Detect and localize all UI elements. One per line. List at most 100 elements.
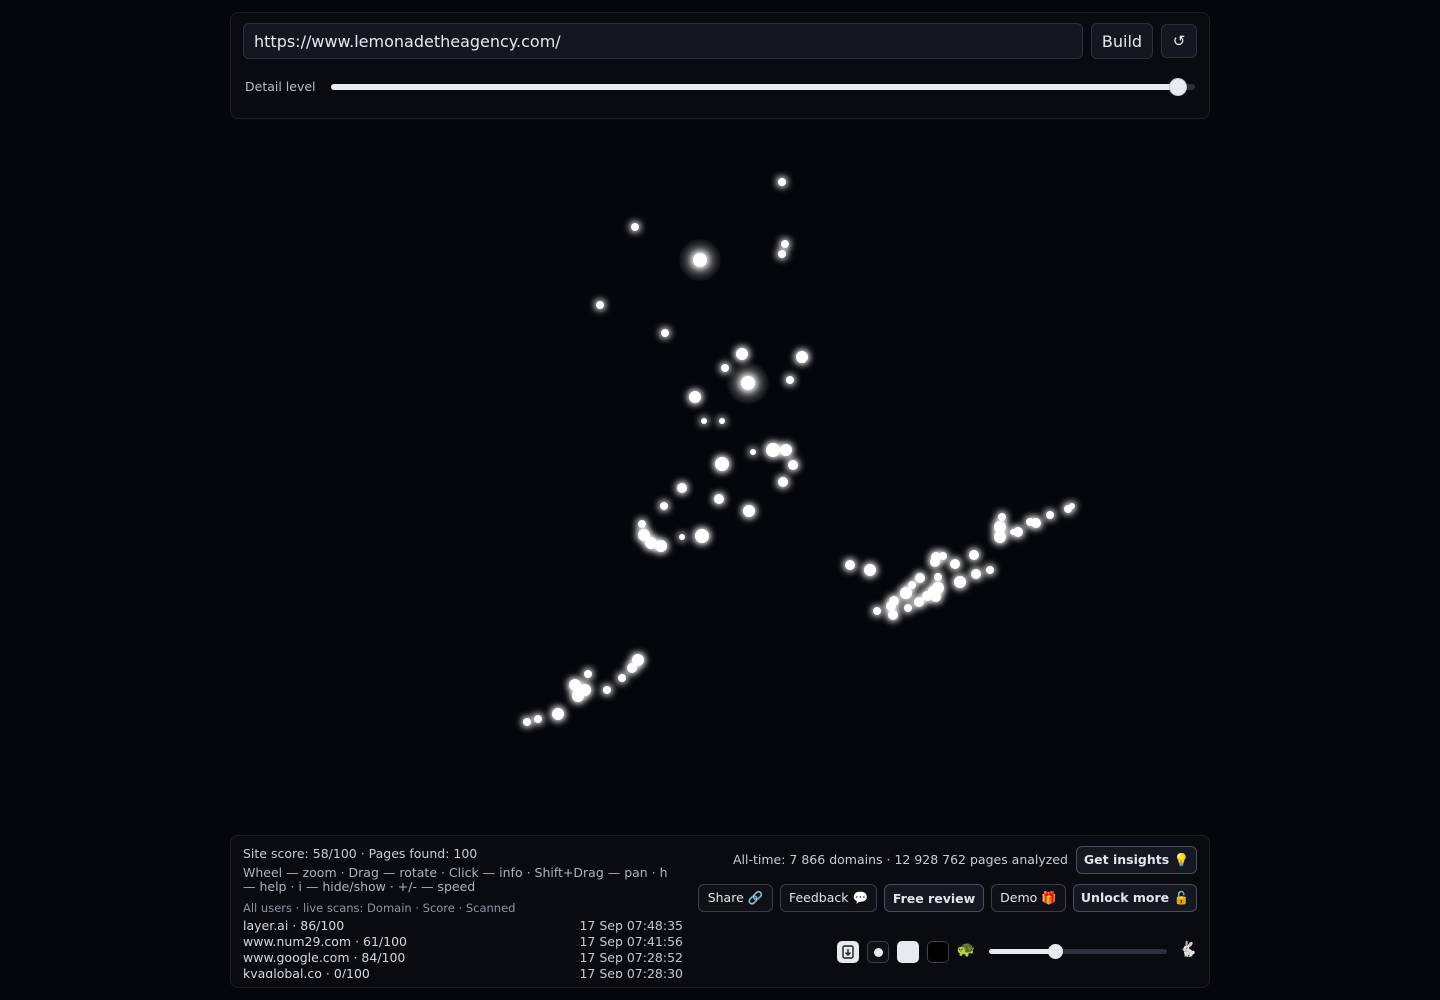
graph-node[interactable] <box>660 502 668 510</box>
speed-fill <box>989 949 1055 954</box>
share-button[interactable]: Share 🔗 <box>698 884 773 912</box>
speed-thumb[interactable] <box>1047 944 1063 959</box>
graph-node[interactable] <box>750 449 756 455</box>
graph-node[interactable] <box>1013 527 1023 537</box>
graph-node[interactable] <box>572 690 584 702</box>
speed-slider[interactable] <box>989 944 1167 959</box>
graph-node[interactable] <box>845 560 855 570</box>
detail-level-slider[interactable] <box>331 79 1195 95</box>
graph-node[interactable] <box>914 597 924 607</box>
graph-node[interactable] <box>618 674 626 682</box>
graph-node[interactable] <box>693 253 707 267</box>
graph-node[interactable] <box>788 460 798 470</box>
get-insights-button[interactable]: Get insights 💡 <box>1076 846 1197 874</box>
scan-time: 17 Sep 07:28:30 <box>579 966 683 978</box>
graph-node[interactable] <box>655 540 667 552</box>
scan-domain: www.num29.com · 61/100 <box>243 934 407 949</box>
graph-node[interactable] <box>721 364 729 372</box>
graph-node[interactable] <box>715 457 729 471</box>
graph-node[interactable] <box>603 686 611 694</box>
graph-node[interactable] <box>950 559 960 569</box>
graph-node[interactable] <box>714 494 724 504</box>
reload-button[interactable]: ↺ <box>1161 24 1197 58</box>
site-graph-canvas[interactable] <box>230 130 1210 830</box>
graph-node[interactable] <box>638 520 646 528</box>
graph-node[interactable] <box>778 477 788 487</box>
live-scans-list[interactable]: layer.ai · 86/100 17 Sep 07:48:35 www.nu… <box>243 918 683 978</box>
graph-node[interactable] <box>584 670 592 678</box>
graph-node[interactable] <box>886 601 896 611</box>
scan-domain: layer.ai · 86/100 <box>243 918 345 933</box>
dot-size-small-button[interactable] <box>867 941 889 963</box>
graph-node[interactable] <box>930 557 940 567</box>
feedback-button[interactable]: Feedback 💬 <box>780 884 877 912</box>
download-button[interactable] <box>837 941 859 963</box>
graph-node[interactable] <box>534 715 542 723</box>
graph-node[interactable] <box>1046 511 1054 519</box>
graph-node[interactable] <box>873 607 881 615</box>
build-button[interactable]: Build <box>1091 23 1153 59</box>
graph-node[interactable] <box>954 576 966 588</box>
graph-node[interactable] <box>971 569 981 579</box>
alltime-stats: All-time: 7 866 domains · 12 928 762 pag… <box>733 852 1068 867</box>
graph-node[interactable] <box>928 586 938 596</box>
graph-node[interactable] <box>695 529 709 543</box>
free-review-button[interactable]: Free review <box>884 884 984 912</box>
top-toolbar: Build ↺ Detail level <box>230 12 1210 119</box>
graph-node[interactable] <box>523 718 531 726</box>
graph-node[interactable] <box>1069 503 1075 509</box>
theme-dark-button[interactable] <box>927 941 949 963</box>
graph-node[interactable] <box>743 505 755 517</box>
graph-node[interactable] <box>766 443 780 457</box>
graph-node[interactable] <box>677 483 687 493</box>
list-item[interactable]: layer.ai · 86/100 17 Sep 07:48:35 <box>243 918 683 934</box>
graph-node[interactable] <box>796 351 808 363</box>
scan-time: 17 Sep 07:41:56 <box>579 934 683 949</box>
graph-node[interactable] <box>661 329 669 337</box>
demo-button[interactable]: Demo 🎁 <box>991 884 1066 912</box>
graph-node[interactable] <box>986 566 994 574</box>
graph-node[interactable] <box>994 531 1006 543</box>
scan-time: 17 Sep 07:28:52 <box>579 950 683 965</box>
graph-node[interactable] <box>939 552 947 560</box>
graph-node[interactable] <box>736 348 748 360</box>
list-item[interactable]: kvaglobal.co · 0/100 17 Sep 07:28:30 <box>243 966 683 978</box>
help-text: Wheel — zoom · Drag — rotate · Click — i… <box>243 865 668 894</box>
graph-node[interactable] <box>888 610 898 620</box>
graph-node[interactable] <box>741 376 755 390</box>
graph-node[interactable] <box>904 604 912 612</box>
graph-node[interactable] <box>679 534 685 540</box>
graph-node[interactable] <box>552 708 564 720</box>
graph-node[interactable] <box>569 679 581 691</box>
list-item[interactable]: www.num29.com · 61/100 17 Sep 07:41:56 <box>243 934 683 950</box>
unlock-more-button[interactable]: Unlock more 🔓 <box>1073 884 1197 912</box>
graph-node[interactable] <box>864 564 876 576</box>
graph-node[interactable] <box>998 513 1006 521</box>
detail-level-thumb[interactable] <box>1169 79 1186 95</box>
graph-node[interactable] <box>915 573 925 583</box>
theme-light-button[interactable] <box>897 941 919 963</box>
graph-node[interactable] <box>689 391 701 403</box>
site-score: Site score: 58/100 · Pages found: 100 <box>243 846 478 861</box>
graph-node[interactable] <box>596 301 604 309</box>
graph-node[interactable] <box>627 663 637 673</box>
scan-domain: www.google.com · 84/100 <box>243 950 406 965</box>
graph-node[interactable] <box>778 178 786 186</box>
graph-node[interactable] <box>969 550 979 560</box>
url-input[interactable] <box>243 23 1083 59</box>
graph-node[interactable] <box>701 418 707 424</box>
graph-node[interactable] <box>781 240 789 248</box>
graph-node[interactable] <box>908 581 916 589</box>
graph-node[interactable] <box>631 223 639 231</box>
graph-node[interactable] <box>900 587 912 599</box>
graph-node[interactable] <box>780 444 792 456</box>
reload-icon: ↺ <box>1172 32 1186 50</box>
detail-level-label: Detail level <box>245 79 316 94</box>
graph-node[interactable] <box>786 376 794 384</box>
site-graph-svg[interactable] <box>230 130 1210 830</box>
graph-node[interactable] <box>719 418 725 424</box>
graph-node[interactable] <box>778 250 786 258</box>
graph-node[interactable] <box>1026 518 1034 526</box>
list-item[interactable]: www.google.com · 84/100 17 Sep 07:28:52 <box>243 950 683 966</box>
graph-node[interactable] <box>934 573 942 581</box>
